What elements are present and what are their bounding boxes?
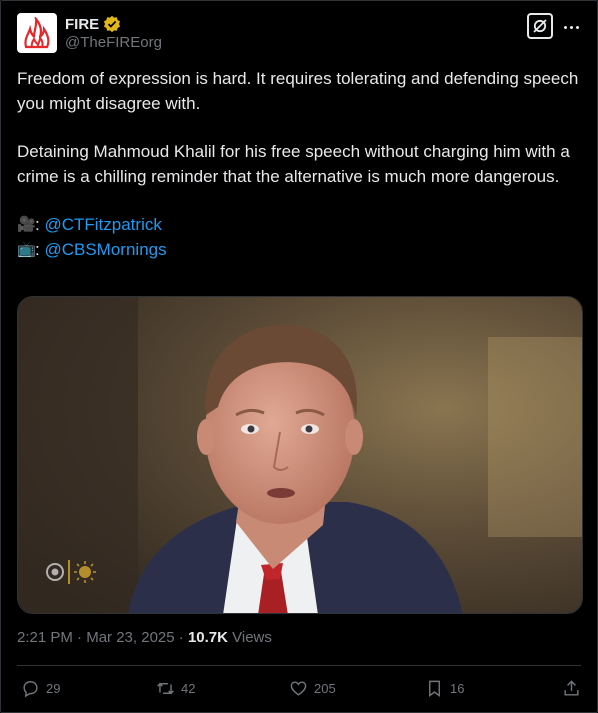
repost-count: 42 [181, 681, 196, 696]
credit-line: 🎥: @CTFitzpatrick [17, 213, 583, 238]
bookmark-button[interactable]: 16 [425, 679, 464, 698]
credit-line: 📺: @CBSMornings [17, 238, 583, 263]
grok-button[interactable] [527, 13, 553, 39]
post-time[interactable]: 2:21 PM [17, 629, 73, 646]
divider [17, 665, 581, 666]
reply-button[interactable]: 29 [21, 679, 60, 698]
bookmark-count: 16 [450, 681, 465, 696]
more-options-button[interactable] [561, 17, 581, 37]
television-icon: 📺 [17, 241, 36, 259]
reply-count: 29 [46, 681, 61, 696]
mention-link[interactable]: @CTFitzpatrick [44, 215, 161, 234]
movie-camera-icon: 🎥 [17, 216, 36, 234]
repost-button[interactable]: 42 [156, 679, 195, 698]
like-button[interactable]: 205 [289, 679, 336, 698]
post-paragraph: Detaining Mahmoud Khalil for his free sp… [17, 142, 570, 186]
more-dot-icon [569, 25, 573, 29]
author-handle[interactable]: @TheFIREorg [65, 34, 162, 51]
more-dot-icon [563, 25, 567, 29]
verified-badge-icon[interactable] [103, 15, 121, 33]
separator: · [174, 629, 188, 646]
view-count: 10.7K [187, 629, 228, 646]
views-label: Views [227, 629, 272, 646]
like-count: 205 [314, 681, 336, 696]
separator: · [72, 629, 87, 646]
share-button[interactable] [562, 679, 581, 698]
grok-icon [533, 19, 547, 33]
fire-logo-icon [24, 17, 50, 49]
action-bar: 29 42 205 16 [17, 679, 581, 701]
avatar[interactable] [17, 13, 57, 53]
post-header: FIRE @TheFIREorg [17, 13, 581, 57]
post-paragraph: Freedom of expression is hard. It requir… [17, 69, 579, 113]
reply-icon [23, 681, 38, 698]
credit-separator: : [35, 215, 40, 234]
share-icon [564, 680, 579, 696]
heart-icon [290, 681, 307, 696]
post-text: Freedom of expression is hard. It requir… [17, 67, 583, 263]
video-frame [18, 297, 582, 613]
bookmark-icon [429, 680, 440, 698]
mention-link[interactable]: @CBSMornings [44, 240, 166, 259]
post-meta: 2:21 PM · Mar 23, 2025 · 10.7K Views [17, 629, 272, 646]
video-player[interactable] [17, 296, 583, 614]
post-date[interactable]: Mar 23, 2025 [86, 629, 174, 646]
credit-separator: : [35, 239, 40, 259]
post-card: FIRE @TheFIREorg Freedom of expression i… [0, 0, 598, 713]
more-dot-icon [575, 25, 579, 29]
repost-icon [157, 682, 174, 695]
author-name[interactable]: FIRE [65, 16, 99, 33]
